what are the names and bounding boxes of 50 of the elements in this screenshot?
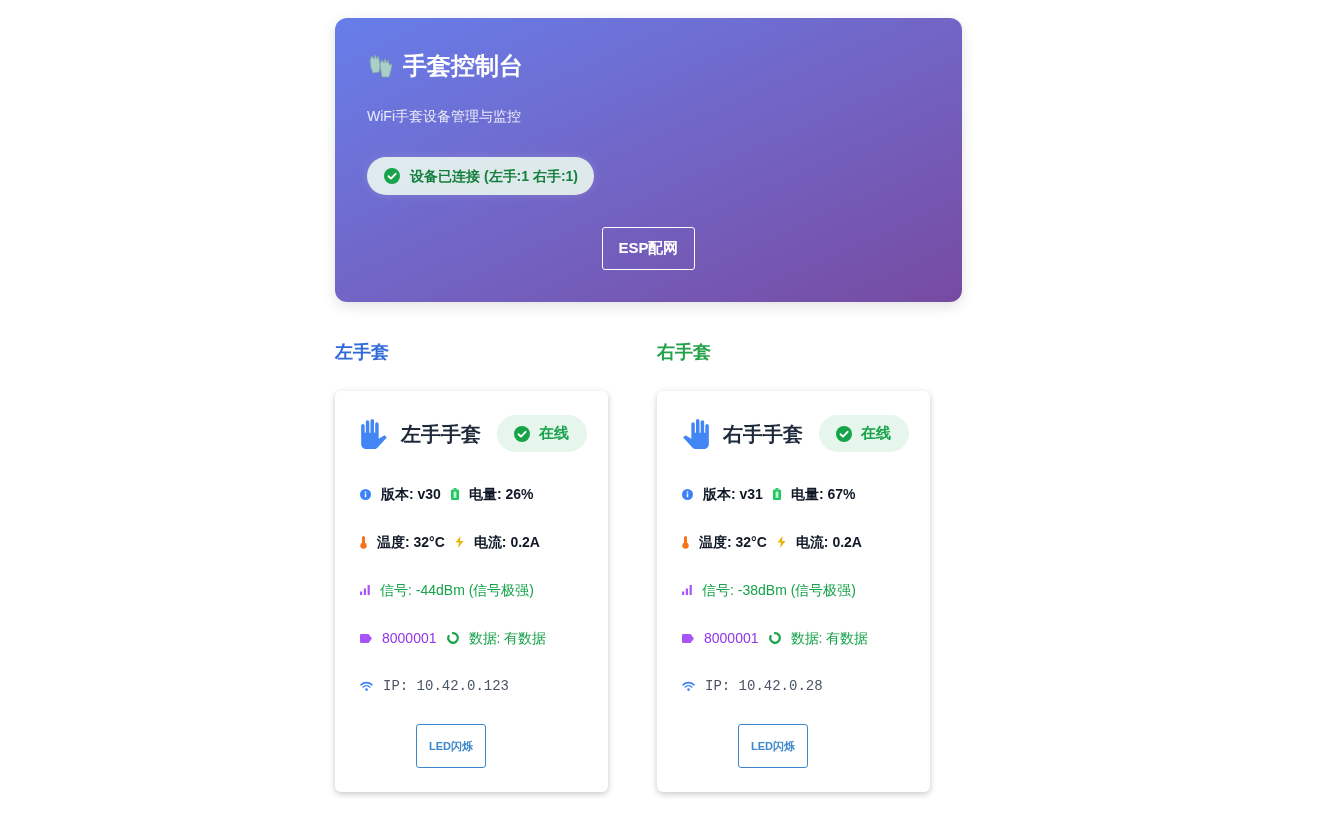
info-icon	[682, 488, 693, 500]
lightning-bolt-icon	[454, 536, 464, 548]
connection-status-text: 设备已连接 (左手:1 右手:1)	[410, 167, 578, 186]
battery-icon	[772, 488, 781, 500]
battery-level: 电量: 67%	[790, 485, 856, 504]
ip-address: IP: 10.42.0.123	[383, 677, 510, 696]
ip-address: IP: 10.42.0.28	[705, 677, 823, 696]
temperature: 温度: 32°C	[699, 533, 767, 552]
current: 电流: 0.2A	[473, 533, 540, 552]
thermometer-icon	[682, 535, 689, 549]
info-icon	[360, 488, 371, 500]
gloves-icon	[367, 52, 395, 80]
firmware-version: 版本: v30	[381, 485, 441, 504]
signal-strength: 信号: -44dBm (信号极强)	[380, 581, 534, 600]
battery-icon	[450, 488, 459, 500]
current: 电流: 0.2A	[795, 533, 862, 552]
glove-name: 右手手套	[723, 421, 803, 447]
tag-icon	[360, 633, 372, 643]
check-circle-icon	[836, 425, 852, 442]
firmware-version: 版本: v31	[703, 485, 763, 504]
loading-ring-icon	[768, 632, 781, 644]
battery-level: 电量: 26%	[468, 485, 534, 504]
data-status: 数据: 有数据	[468, 629, 547, 648]
glove-section-heading: 左手套	[335, 341, 389, 364]
wifi-icon	[360, 681, 373, 691]
lightning-bolt-icon	[776, 536, 786, 548]
dashboard-title: 手套控制台	[403, 51, 523, 81]
check-circle-icon	[384, 168, 400, 184]
thermometer-icon	[360, 535, 367, 549]
led-blink-button[interactable]: LED闪烁	[738, 724, 808, 768]
signal-bars-icon	[682, 585, 692, 595]
led-blink-button[interactable]: LED闪烁	[416, 724, 486, 768]
online-status-text: 在线	[539, 423, 569, 444]
device-id: 8000001	[382, 629, 437, 648]
online-status-text: 在线	[861, 423, 891, 444]
data-status: 数据: 有数据	[790, 629, 869, 648]
dashboard-subtitle: WiFi手套设备管理与监控	[367, 107, 521, 126]
esp-network-button[interactable]: ESP配网	[602, 227, 695, 270]
tag-icon	[682, 633, 694, 643]
hand-icon	[360, 418, 388, 449]
loading-ring-icon	[446, 632, 459, 644]
temperature: 温度: 32°C	[377, 533, 445, 552]
wifi-icon	[682, 681, 695, 691]
check-circle-icon	[514, 425, 530, 442]
device-id: 8000001	[704, 629, 759, 648]
glove-section-heading: 右手套	[657, 341, 711, 364]
glove-name: 左手手套	[401, 421, 481, 447]
signal-strength: 信号: -38dBm (信号极强)	[702, 581, 856, 600]
signal-bars-icon	[360, 585, 370, 595]
hand-icon	[682, 418, 710, 449]
